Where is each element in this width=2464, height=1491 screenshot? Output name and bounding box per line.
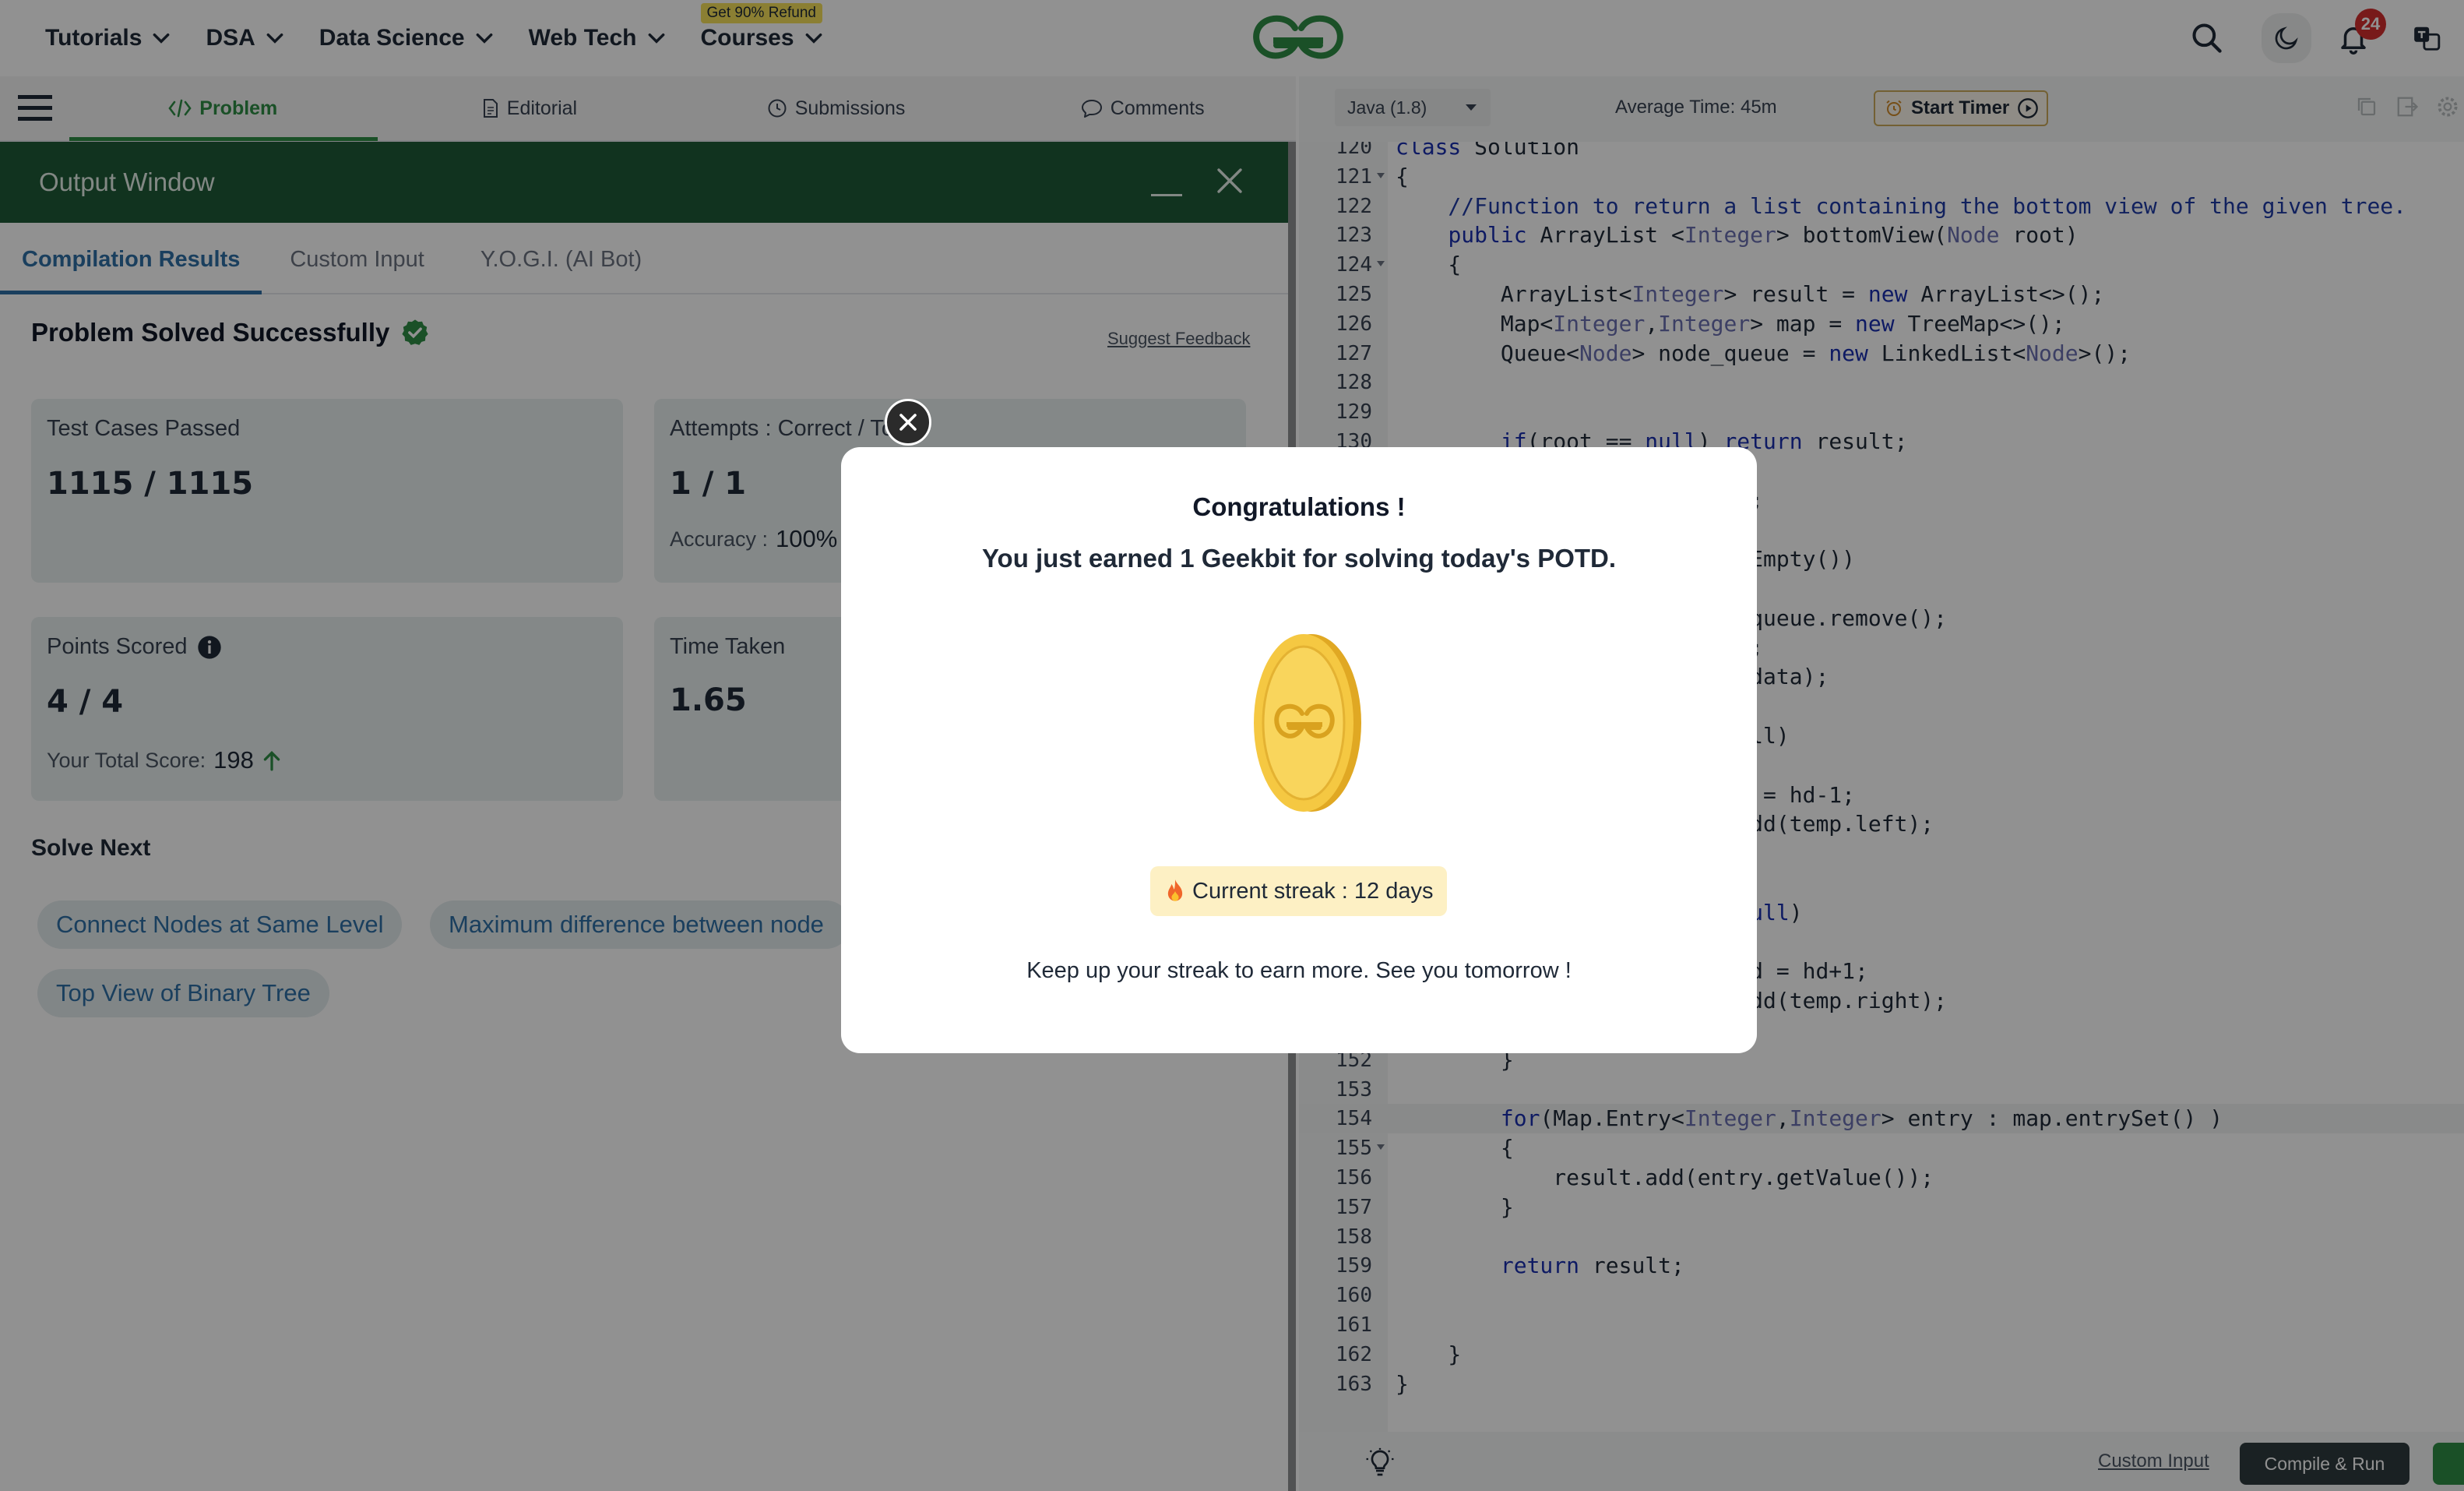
modal-close-button[interactable]: [885, 399, 931, 446]
geekbit-coin-icon: [1254, 634, 1361, 812]
close-icon: [899, 414, 917, 431]
streak-badge: Current streak : 12 days: [1150, 866, 1448, 916]
modal-subtitle: You just earned 1 Geekbit for solving to…: [981, 544, 1617, 573]
modal-title: Congratulations !: [1192, 492, 1406, 521]
modal-footer: Keep up your streak to earn more. See yo…: [1026, 958, 1572, 983]
streak-text: Current streak : 12 days: [1192, 878, 1434, 904]
fire-icon: [1167, 879, 1183, 901]
potd-congratulations-modal: Congratulations ! You just earned 1 Geek…: [841, 447, 1757, 1053]
